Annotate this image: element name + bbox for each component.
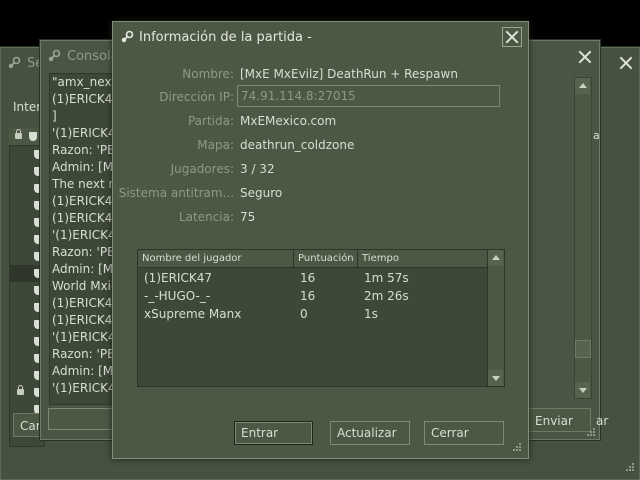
player-time: 2m 26s (364, 289, 409, 303)
table-row[interactable]: xSupreme Manx 0 1s (138, 306, 488, 323)
column-header-score[interactable]: Puntuación (294, 250, 358, 268)
lock-icon (17, 385, 24, 395)
column-header-time[interactable]: Tiempo (358, 250, 489, 268)
column-header-player-name[interactable]: Nombre del jugador (138, 250, 294, 268)
resize-grip-icon[interactable] (586, 427, 596, 437)
table-row[interactable] (10, 367, 44, 384)
ip-address-field[interactable]: 74.91.114.8:27015 (237, 85, 500, 107)
table-row[interactable] (10, 180, 44, 197)
player-name: xSupreme Manx (144, 307, 242, 321)
player-name: -_-HUGO-_- (144, 289, 211, 303)
player-table-scrollbar[interactable] (487, 250, 504, 386)
steam-icon (121, 30, 134, 43)
table-row[interactable]: (1)ERICK47 16 1m 57s (138, 270, 488, 287)
player-time: 1m 57s (364, 271, 409, 285)
table-row[interactable] (10, 350, 44, 367)
list-header (9, 128, 43, 145)
map-value: deathrun_coldzone (240, 138, 355, 152)
anticheat-value: Seguro (240, 186, 283, 200)
console-title: Consola (67, 49, 119, 64)
table-row[interactable]: -_-HUGO-_- 16 2m 26s (138, 288, 488, 305)
table-row[interactable] (10, 282, 44, 299)
resize-grip-icon[interactable] (625, 462, 635, 472)
console-line: '(1)ERICK4 (52, 228, 116, 242)
console-line: World Mxic (52, 279, 118, 293)
name-value: [MxE MxEvilz] DeathRun + Respawn (240, 67, 458, 81)
table-row[interactable] (10, 197, 44, 214)
column-header-fragment: a (593, 129, 600, 142)
player-score: 16 (300, 271, 316, 285)
console-line: Razon: 'PE (52, 245, 115, 259)
scroll-up-icon[interactable] (575, 78, 590, 94)
scroll-thumb[interactable] (575, 340, 591, 358)
submit-button[interactable]: Enviar (528, 408, 591, 432)
table-row[interactable] (10, 299, 44, 316)
server-info-dialog: Información de la partida - Nombre: [MxE… (112, 21, 529, 459)
table-row[interactable] (10, 265, 44, 282)
console-line: Admin: [M (52, 364, 114, 378)
console-line: (1)ERICK47 (52, 313, 119, 327)
game-value: MxEMexico.com (240, 114, 337, 128)
console-line: ] (52, 109, 57, 123)
table-row[interactable] (10, 146, 44, 163)
steam-icon (48, 49, 61, 62)
console-line: (1)ERICK47 (52, 211, 119, 225)
anticheat-label: Sistema antitram... (118, 186, 234, 200)
table-row[interactable] (10, 316, 44, 333)
name-label: Nombre: (182, 67, 234, 81)
players-label: Jugadores: (170, 162, 234, 176)
close-dialog-button[interactable]: Cerrar (424, 421, 504, 445)
table-row[interactable] (10, 163, 44, 180)
close-icon[interactable] (576, 48, 594, 66)
shield-icon (29, 132, 37, 141)
console-line: Admin: [M (52, 262, 114, 276)
console-line: '(1)ERICK4 (52, 381, 116, 395)
table-row[interactable] (10, 231, 44, 248)
steam-icon (8, 56, 21, 69)
close-button[interactable] (502, 27, 522, 47)
console-line: The next m (52, 177, 119, 191)
console-line: (1)ERICK47 (52, 92, 119, 106)
ip-label: Dirección IP: (159, 90, 234, 104)
console-line: (1)ERICK47 (52, 296, 119, 310)
player-name: (1)ERICK47 (144, 271, 212, 285)
resize-grip-icon[interactable] (512, 442, 522, 452)
scroll-up-icon[interactable] (488, 250, 503, 266)
console-line: '(1)ERICK4 (52, 330, 116, 344)
lock-icon (15, 129, 22, 139)
console-scrollbar[interactable] (574, 77, 592, 399)
console-line: Admin: [M (52, 160, 114, 174)
console-output[interactable]: "amx_next (1)ERICK47 ] '(1)ERICK4 Razon:… (49, 73, 119, 405)
dialog-title: Información de la partida - (139, 30, 312, 45)
tab-internet[interactable]: Inter (13, 100, 41, 114)
refresh-button[interactable]: Actualizar (330, 421, 410, 445)
player-table[interactable]: Nombre del jugador Puntuación Tiempo (1)… (137, 249, 505, 387)
map-label: Mapa: (197, 138, 234, 152)
console-line: '(1)ERICK4 (52, 126, 116, 140)
close-icon (503, 28, 521, 46)
table-row[interactable] (10, 333, 44, 350)
latency-value: 75 (240, 210, 256, 224)
latency-label: Latencia: (178, 210, 234, 224)
console-line: Razon: 'PE (52, 143, 115, 157)
scroll-down-icon[interactable] (575, 382, 590, 398)
game-label: Partida: (187, 114, 234, 128)
table-row[interactable] (10, 214, 44, 231)
scroll-down-icon[interactable] (488, 370, 503, 386)
console-line: Razon: 'PE (52, 347, 115, 361)
player-score: 16 (300, 289, 316, 303)
connect-button[interactable]: Car (13, 413, 43, 437)
player-time: 1s (364, 307, 378, 321)
player-score: 0 (300, 307, 308, 321)
table-row[interactable] (10, 384, 44, 401)
console-command-input[interactable] (48, 408, 118, 430)
close-icon[interactable] (617, 54, 635, 72)
connect-button[interactable]: Entrar (234, 421, 313, 445)
console-line: "amx_next (52, 75, 117, 89)
table-row[interactable] (10, 248, 44, 265)
players-value: 3 / 32 (240, 162, 275, 176)
console-line: (1)ERICK47 (52, 194, 119, 208)
right-fragment: ar (596, 414, 609, 428)
